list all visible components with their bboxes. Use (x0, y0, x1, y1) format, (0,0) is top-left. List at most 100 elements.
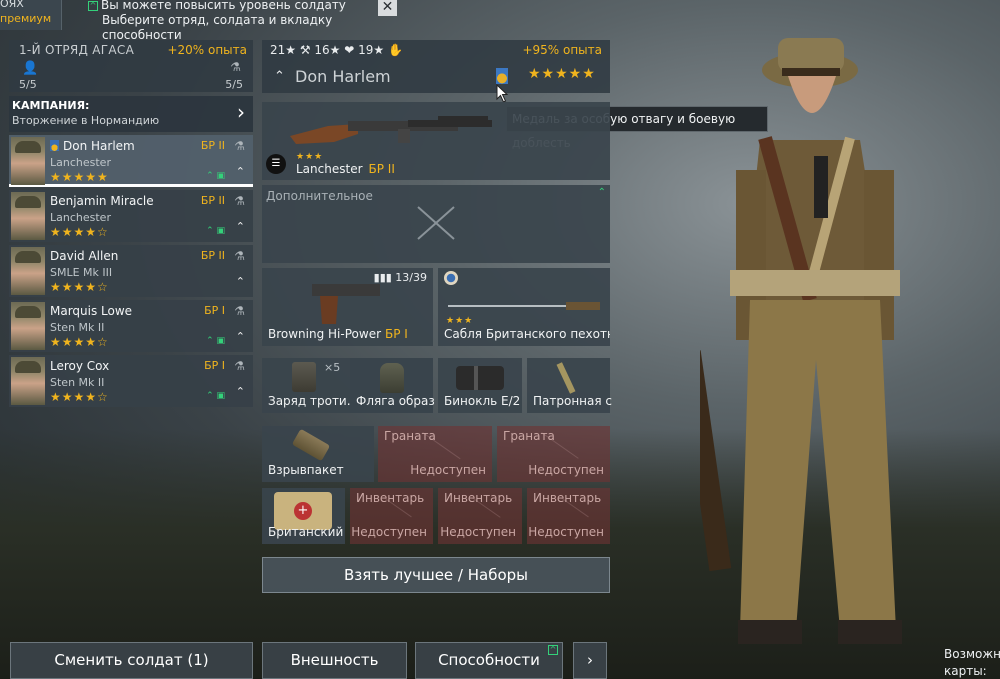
soldier-stats: 21★ ⚒ 16★ ❤ 19★ ✋ (270, 43, 403, 57)
melee-name: Сабля Британского пехотног (444, 327, 610, 341)
medkit-name: Британский (268, 525, 344, 539)
next-button[interactable]: › (573, 642, 607, 679)
soldier-class-icon: ⚗ (234, 359, 245, 373)
soldier-full-name: Don Harlem (295, 67, 391, 86)
take-best-button[interactable]: Взять лучшее / Наборы (262, 557, 610, 593)
medal-icon (50, 140, 59, 151)
rank-icon: ⌃ (235, 220, 245, 233)
rank-icon: ⌃ (235, 385, 245, 398)
chevron-right-icon: › (237, 100, 245, 124)
crossed-rifles-icon (417, 206, 455, 240)
abilities-button[interactable]: Способности ^ (415, 642, 563, 679)
tnt-charge-icon (292, 362, 316, 392)
item-slot[interactable]: Патронная с (527, 358, 613, 413)
soldier-weapon: Sten Mk II (50, 376, 105, 389)
soldier-portrait (11, 247, 45, 295)
slot-title: Инвентарь (533, 491, 602, 505)
soldier-exp-bonus: +95% опыта (522, 43, 602, 57)
weapon-stars: ★★★ (296, 152, 324, 162)
slot-title: Граната (384, 429, 436, 443)
soldier-portrait (11, 192, 45, 240)
squad-header[interactable]: 1-Й ОТРЯД АГАСА +20% опыта 👤 ⚗ 5/5 5/5 (9, 40, 253, 92)
premium-tab-line2: премиум (0, 12, 52, 25)
upgrade-icon: ☰ (266, 154, 286, 174)
weapon-count: 5/5 (225, 78, 243, 91)
soldier-stars: ★★★★☆ (50, 335, 109, 349)
weapon-stars: ★★★ (446, 316, 474, 326)
soldier-class-icon: ⚗ (234, 194, 245, 208)
grenade-slot[interactable]: Взрывпакет (262, 426, 374, 482)
mouse-cursor-icon (496, 84, 509, 103)
corner-hint: Возможны карты: (944, 647, 1000, 678)
soldier-info-panel: 21★ ⚒ 16★ ❤ 19★ ✋ +95% опыта ⌃ Don Harle… (262, 40, 610, 93)
item-slot[interactable]: Бинокль E/2 (438, 358, 522, 413)
soldier-row[interactable]: Leroy Cox Sten Mk II ★★★★☆ БР I ⚗ ⌃ ▣ ⌃ (9, 355, 253, 407)
appearance-button[interactable]: Внешность (262, 642, 407, 679)
soldier-br: БР II (200, 194, 225, 207)
locked-inventory-slot: Инвентарь Недоступен (350, 488, 433, 544)
medal-icon[interactable] (496, 68, 508, 84)
levelup-notice: ^ Вы можете повысить уровень солдату Выбе… (88, 0, 408, 43)
soldier-weapon: SMLE Mk III (50, 266, 113, 279)
upgrade-icon: ^ (88, 1, 98, 11)
soldier-name: Benjamin Miracle (50, 194, 154, 208)
soldier-name: Leroy Cox (50, 359, 110, 373)
medal-icon (444, 271, 458, 285)
change-soldier-button[interactable]: Сменить солдат (1) (10, 642, 253, 679)
soldier-stars: ★★★★☆ (50, 280, 109, 294)
campaign-name: Вторжение в Нормандию (12, 114, 160, 127)
secondary-weapon-slot[interactable]: Дополнительное ⌃ (262, 185, 610, 263)
locked-grenade-slot: Граната Недоступен (378, 426, 492, 482)
soldier-class-icon: ⚗ (234, 139, 245, 153)
notice-close-button[interactable]: ✕ (378, 0, 397, 16)
upgrade-icon: ⌃ (597, 187, 606, 198)
item-slot[interactable]: Фляга образ (350, 358, 435, 413)
slot-status: Недоступен (351, 525, 427, 539)
sword-icon (448, 302, 600, 310)
soldier-row[interactable]: Don Harlem Lanchester ★★★★★ БР II ⚗ ⌃ ▣ … (9, 135, 253, 187)
slot-status: Недоступен (440, 525, 516, 539)
pistol-slot[interactable]: ▮▮▮ 13/39 Browning Hi-Power БР I (262, 268, 433, 346)
upgrade-available-icon: ⌃ ▣ (206, 391, 225, 401)
soldier-name: David Allen (50, 249, 119, 263)
soldier-row[interactable]: Marquis Lowe Sten Mk II ★★★★☆ БР I ⚗ ⌃ ▣… (9, 300, 253, 352)
item-name: Патронная с (533, 394, 613, 408)
soldier-weapon: Lanchester (50, 211, 111, 224)
melee-slot[interactable]: ★★★ Сабля Британского пехотног (438, 268, 610, 346)
rank-icon: ⌃ (235, 275, 245, 288)
slot-status: Недоступен (528, 525, 604, 539)
item-name: Бинокль E/2 (444, 394, 521, 408)
rank-icon: ⌃ (274, 69, 285, 84)
soldier-stars: ★★★★☆ (50, 225, 109, 239)
campaign-selector[interactable]: КАМПАНИЯ: Вторжение в Нормандию › (9, 96, 253, 132)
soldier-br: БР I (204, 359, 225, 372)
slot-title: Граната (503, 429, 555, 443)
primary-weapon-name: Lanchester БР II (296, 162, 395, 176)
soldier-row[interactable]: David Allen SMLE Mk III ★★★★☆ БР II ⚗ ⌃ (9, 245, 253, 297)
binoculars-icon (456, 366, 504, 390)
soldier-name: Marquis Lowe (50, 304, 133, 318)
slot-title: Инвентарь (356, 491, 425, 505)
soldier-br: БР II (200, 139, 225, 152)
slot-title: Инвентарь (444, 491, 513, 505)
campaign-title: КАМПАНИЯ: (12, 99, 90, 112)
item-name: Заряд троти. (268, 394, 351, 408)
upgrade-icon: ^ (548, 645, 558, 655)
soldier-stars: ★★★★☆ (50, 390, 109, 404)
slot-status: Недоступен (528, 463, 604, 477)
notice-line2: Выберите отряд, солдата и вкладку способ… (102, 13, 333, 42)
smg-icon (290, 116, 492, 144)
weapon-count-icon: ⚗ (230, 60, 241, 74)
upgrade-available-icon: ⌃ ▣ (206, 336, 225, 346)
primary-weapon-slot[interactable]: ☰ ★★★ Lanchester БР II (262, 102, 610, 180)
medkit-slot[interactable]: + Британский (262, 488, 345, 544)
soldier-row[interactable]: Benjamin Miracle Lanchester ★★★★☆ БР II … (9, 190, 253, 242)
explosive-pack-icon (291, 428, 331, 462)
premium-tab[interactable]: ОЯХ премиум (0, 0, 62, 30)
soldier-portrait (11, 357, 45, 405)
squad-exp-bonus: +20% опыта (167, 43, 247, 57)
rank-icon: ⌃ (235, 330, 245, 343)
pistol-name: Browning Hi-Power БР I (268, 327, 408, 341)
grenade-name: Взрывпакет (268, 463, 344, 477)
locked-inventory-slot: Инвентарь Недоступен (438, 488, 522, 544)
